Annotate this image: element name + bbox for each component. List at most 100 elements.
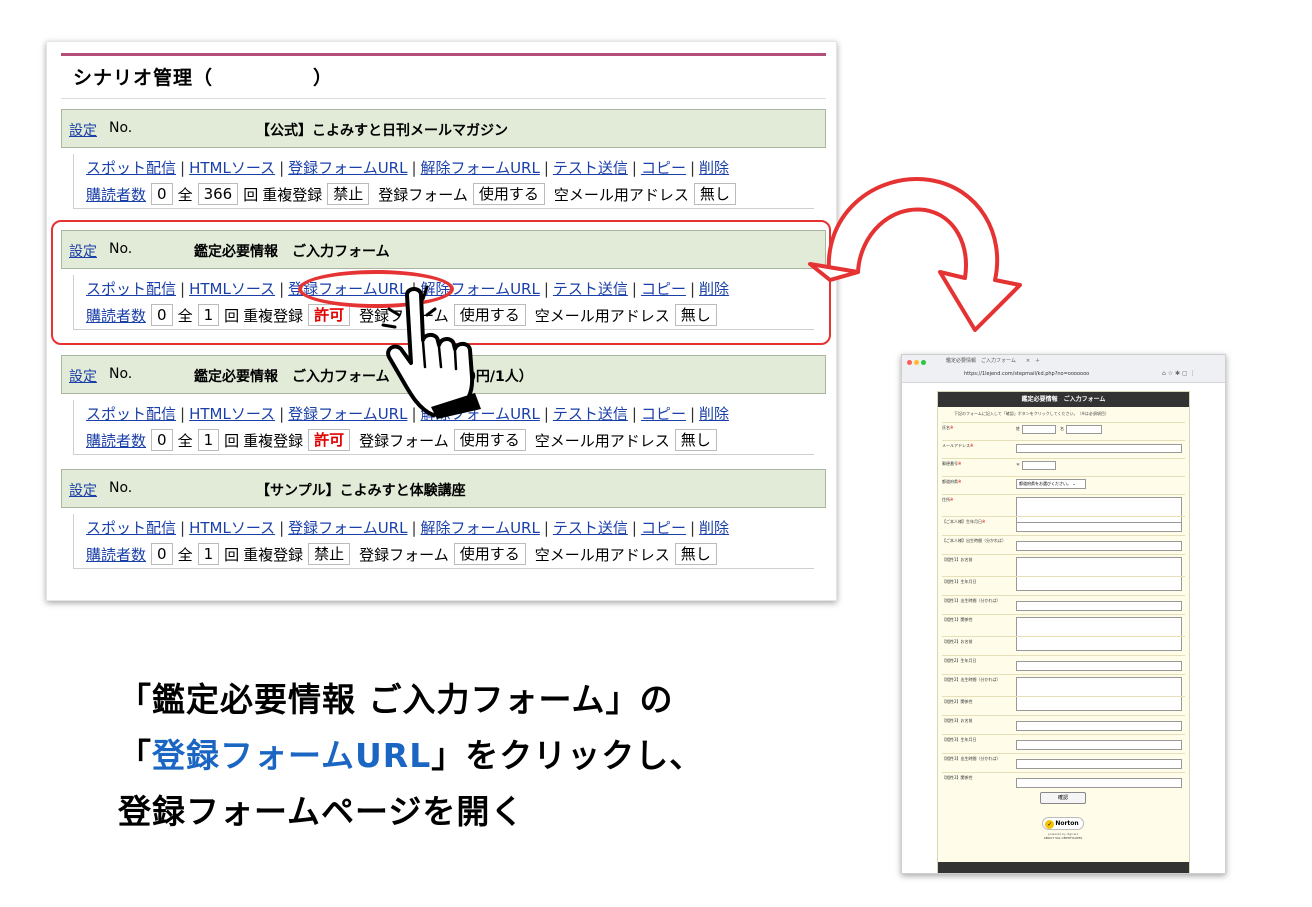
empty-mail-label: 空メール用アドレス	[534, 545, 670, 564]
form-status: 使用する	[453, 543, 526, 565]
action-link[interactable]: HTMLソース	[189, 159, 275, 177]
duplicate-status: 禁止	[308, 543, 351, 565]
field-label: 【相性2】出生時間（分かれば）	[942, 677, 1001, 682]
form-row: メールアドレス※	[942, 440, 1185, 458]
action-link[interactable]: スポット配信	[86, 159, 176, 177]
page-title: シナリオ管理（ ）	[73, 67, 334, 89]
first-name-input[interactable]	[1066, 425, 1102, 434]
action-link[interactable]: HTMLソース	[189, 405, 275, 423]
count-unit: 回	[224, 431, 240, 450]
action-link[interactable]: 登録フォームURL	[288, 519, 407, 537]
action-links: スポット配信|HTMLソース|登録フォームURL|解除フォームURL|テスト送信…	[86, 517, 729, 538]
window-maximize-dot[interactable]	[921, 360, 926, 365]
caption-highlight: 登録フォームURL	[152, 736, 432, 775]
action-link[interactable]: コピー	[641, 405, 686, 423]
pointing-hand-icon	[381, 285, 481, 419]
field-label: 【相性3】お名前	[942, 718, 973, 723]
action-link[interactable]: コピー	[641, 519, 686, 537]
empty-mail-label: 空メール用アドレス	[534, 431, 670, 450]
action-link[interactable]: HTMLソース	[189, 519, 275, 537]
field-label: 郵便番号※	[942, 461, 962, 466]
action-link[interactable]: コピー	[641, 159, 686, 177]
scenario-body: スポット配信|HTMLソース|登録フォームURL|解除フォームURL|テスト送信…	[73, 514, 814, 569]
action-link[interactable]: スポット配信	[86, 405, 176, 423]
action-link[interactable]: スポット配信	[86, 519, 176, 537]
action-separator: |	[689, 405, 696, 423]
count-unit: 回	[243, 185, 259, 204]
form-instructions: 下記のフォームに記入して「確認」ボタンをクリックしてください。（※は必須項目）	[954, 411, 1109, 416]
browser-action-icons[interactable]: ⌂ ☆ ✱ ▢ ⋮	[1162, 370, 1196, 377]
action-link[interactable]: 削除	[699, 519, 729, 537]
text-input[interactable]	[1016, 444, 1182, 453]
subscribers-link[interactable]: 購読者数	[86, 430, 146, 451]
action-link[interactable]: テスト送信	[553, 159, 628, 177]
field-label: メールアドレス※	[942, 443, 974, 448]
action-link[interactable]: 削除	[699, 159, 729, 177]
window-close-dot[interactable]	[907, 360, 912, 365]
form-status: 使用する	[453, 429, 526, 451]
action-separator: |	[279, 159, 285, 177]
window-minimize-dot[interactable]	[914, 360, 919, 365]
total-count: 366	[197, 183, 239, 205]
settings-link[interactable]: 設定	[69, 366, 97, 386]
scenario-header: 設定 No. 【公式】こよみすと日刊メールマガジン	[61, 109, 826, 148]
scenario-name: 【公式】こよみすと日刊メールマガジン	[256, 123, 508, 139]
subscribers-count: 0	[151, 543, 173, 565]
text-input[interactable]	[1016, 541, 1182, 551]
action-separator: |	[631, 159, 637, 177]
action-separator: |	[543, 159, 549, 177]
action-link[interactable]: 解除フォームURL	[421, 519, 540, 537]
count-unit: 回	[224, 545, 240, 564]
text-input[interactable]	[1016, 740, 1182, 750]
text-input[interactable]	[1016, 759, 1182, 769]
required-mark: ※	[970, 443, 974, 448]
form-label: 登録フォーム	[359, 431, 449, 450]
confirm-button[interactable]: 確認	[1040, 792, 1086, 804]
norton-badge: ✓ Norton	[1042, 817, 1084, 830]
subscribers-link[interactable]: 購読者数	[86, 184, 146, 205]
settings-link[interactable]: 設定	[69, 120, 97, 140]
action-link[interactable]: 登録フォームURL	[288, 159, 407, 177]
form-row: 【相性3】関係性	[942, 772, 1185, 791]
form-row: 都道府県※ 都道府県をお選びください。 ⌄	[942, 476, 1185, 494]
subscribers-link[interactable]: 購読者数	[86, 544, 146, 565]
text-input[interactable]	[1016, 601, 1182, 611]
duplicate-label: 重複登録	[262, 185, 323, 204]
field-label: 住所※	[942, 497, 954, 502]
field-label: 【相性1】お名前	[942, 557, 973, 562]
curved-arrow-icon	[808, 177, 1022, 332]
duplicate-label: 重複登録	[243, 431, 304, 450]
checkmark-icon: ✓	[1045, 820, 1055, 829]
form-row: 【相性1】関係性	[942, 614, 1185, 651]
form-row: 【ご本人様】出生時間（分かれば）	[942, 535, 1185, 554]
required-mark: ※	[958, 461, 962, 466]
form-row: 【相性2】出生時間（分かれば）	[942, 674, 1185, 711]
field-label: 【相性2】関係性	[942, 699, 973, 704]
action-separator: |	[180, 519, 186, 537]
field-label: 【相性3】出生時間（分かれば）	[942, 756, 1001, 761]
last-name-input[interactable]	[1022, 425, 1056, 434]
total-label: 全	[177, 431, 193, 450]
caption-line-2: 「登録フォームURL」をクリックし、	[118, 736, 704, 775]
action-link[interactable]: テスト送信	[553, 405, 628, 423]
action-link[interactable]: テスト送信	[553, 519, 628, 537]
text-input[interactable]	[1016, 661, 1182, 671]
action-link[interactable]: 削除	[699, 405, 729, 423]
settings-link[interactable]: 設定	[69, 480, 97, 500]
text-input[interactable]	[1016, 778, 1182, 788]
zip-input[interactable]	[1022, 461, 1056, 470]
caption-line-1: 「鑑定必要情報 ご入力フォーム」の	[118, 680, 674, 719]
field-label: 【相性1】生年月日	[942, 579, 977, 584]
address-bar[interactable]: https://1lejend.com/stepmail/kd.php?no=o…	[964, 371, 1089, 377]
registration-form-screenshot: 鑑定必要情報 ご入力フォーム × ＋ https://1lejend.com/s…	[901, 354, 1226, 874]
prefecture-select[interactable]: 都道府県をお選びください。 ⌄	[1016, 479, 1086, 489]
text-input[interactable]	[1016, 721, 1182, 731]
scenario-number: No.	[109, 480, 133, 496]
norton-about-link[interactable]: ABOUT SSL CERTIFICATES	[1041, 836, 1085, 840]
instruction-caption: 「鑑定必要情報 ご入力フォーム」の 「登録フォームURL」をクリックし、 登録フ…	[118, 672, 703, 840]
action-separator: |	[543, 405, 549, 423]
text-input[interactable]	[1016, 522, 1182, 532]
form-label: 登録フォーム	[378, 185, 468, 204]
action-link[interactable]: 解除フォームURL	[421, 159, 540, 177]
required-mark: ※	[950, 497, 954, 502]
